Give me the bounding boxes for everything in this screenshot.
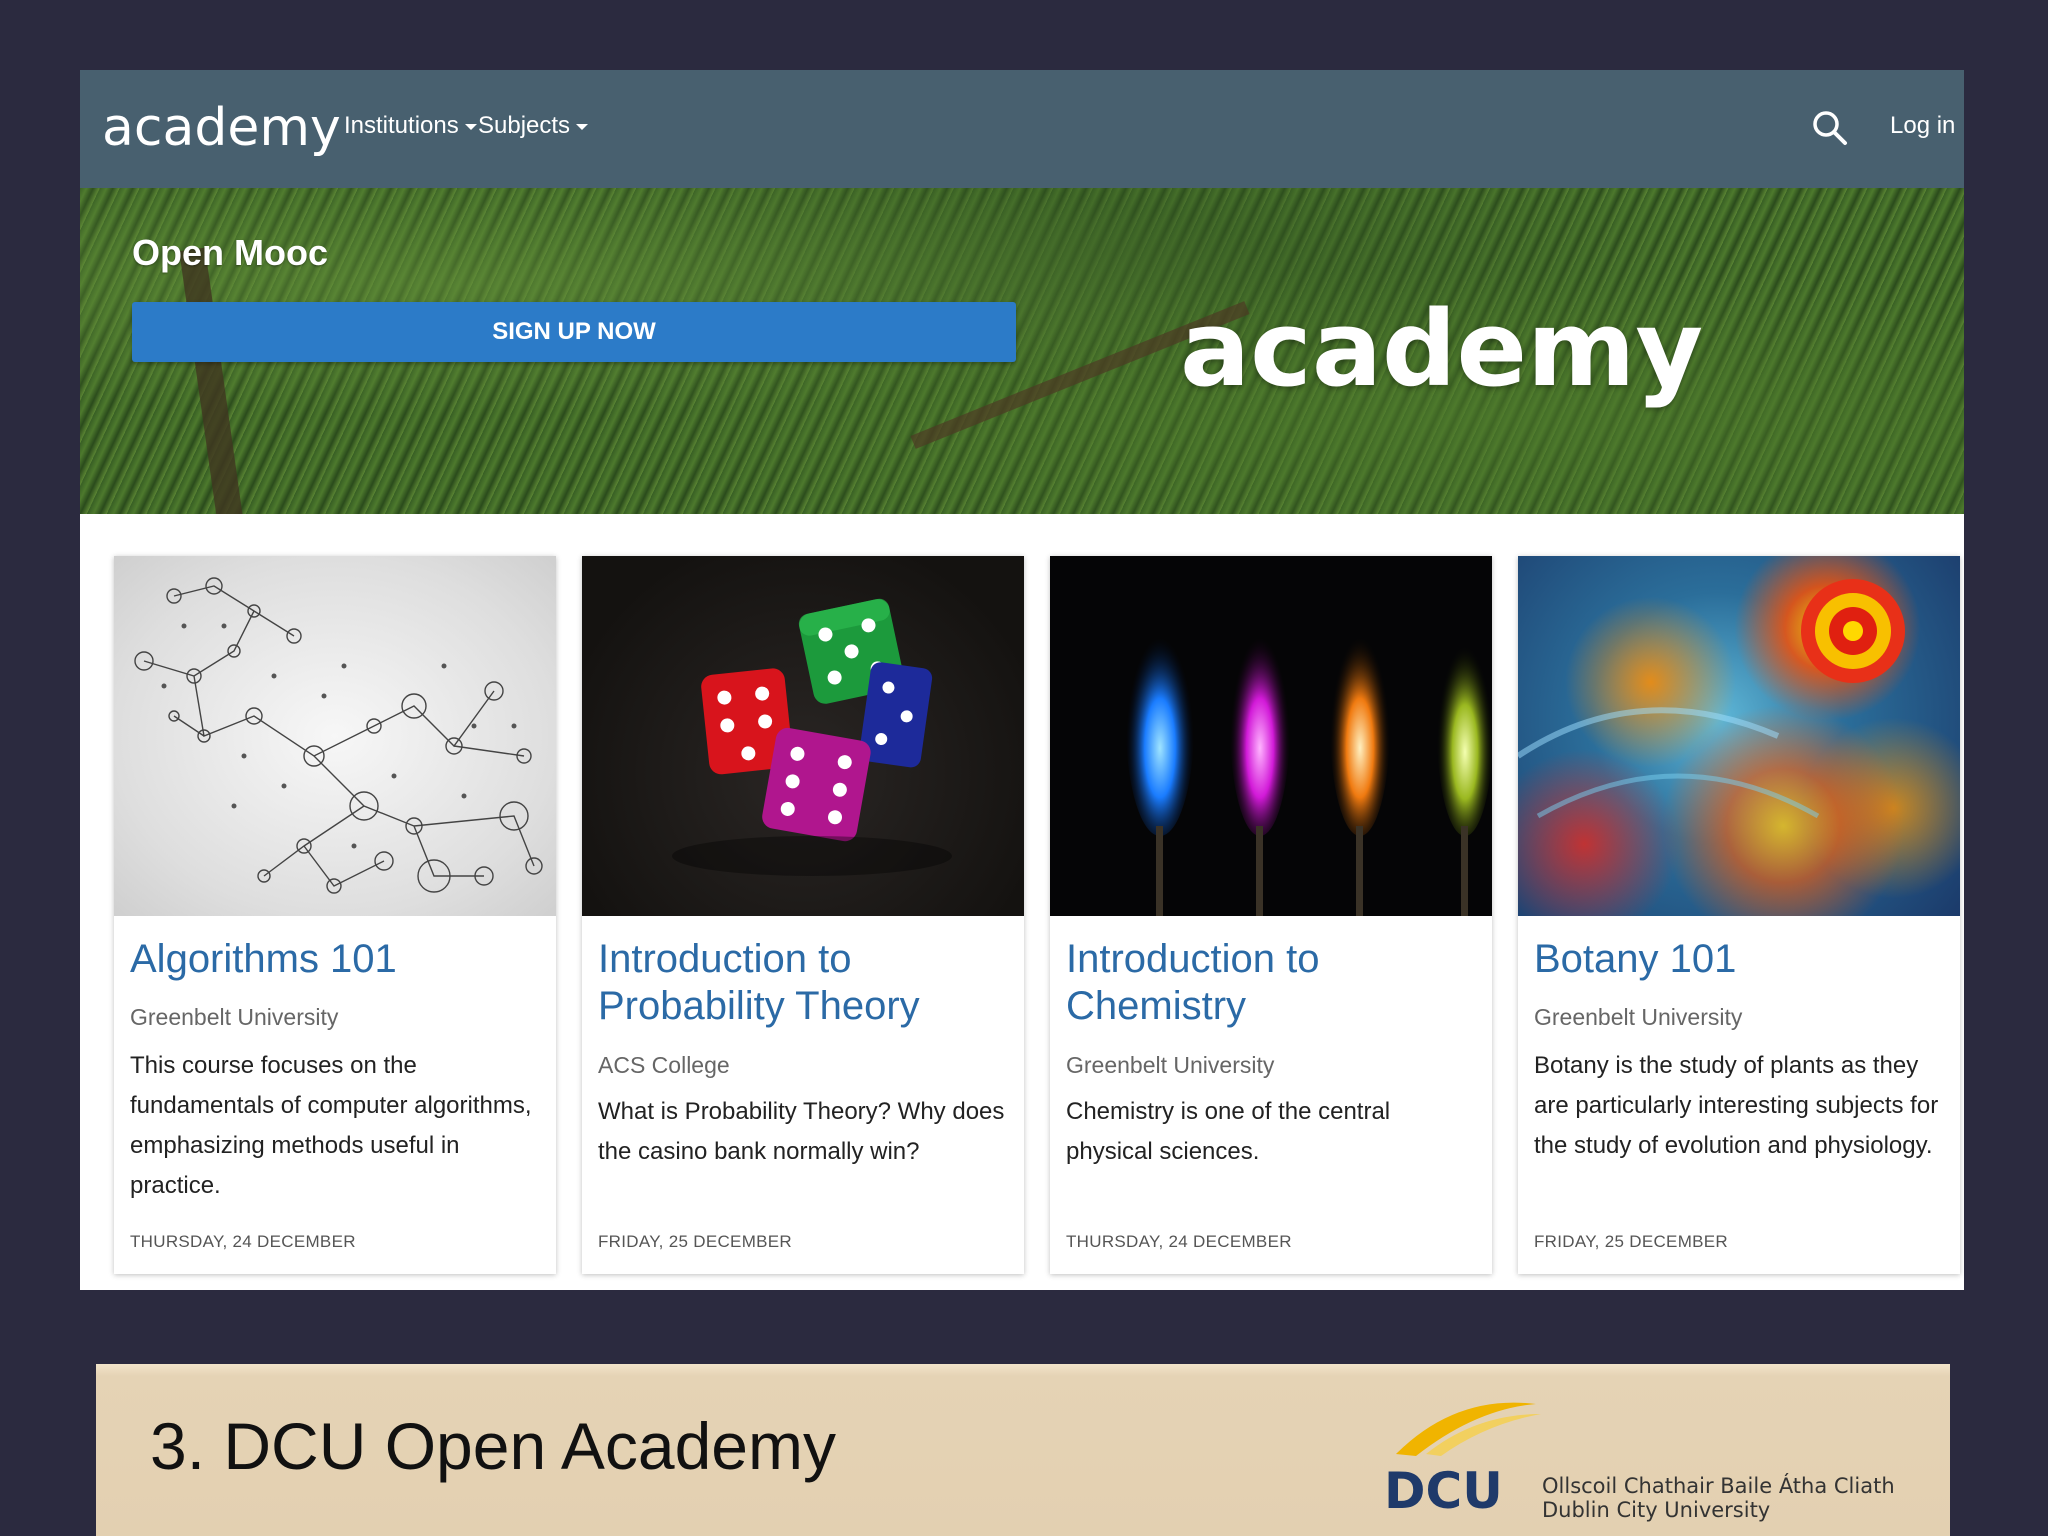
- nav-subjects-label: Subjects: [478, 112, 571, 139]
- nav-institutions-dropdown[interactable]: Institutions: [344, 112, 477, 140]
- card-institution: Greenbelt University: [130, 1004, 339, 1030]
- nav-subjects-dropdown[interactable]: Subjects: [478, 112, 589, 140]
- slide-title: 3. DCU Open Academy: [150, 1409, 836, 1483]
- card-title[interactable]: Introduction to Chemistry: [1066, 936, 1476, 1030]
- colored-flames-illustration: [1126, 616, 1492, 916]
- caret-down-icon: [464, 124, 477, 130]
- login-link[interactable]: Log in: [1890, 112, 1955, 140]
- hero-logo-text: academy: [1180, 288, 1704, 410]
- card-title[interactable]: Botany 101: [1534, 936, 1944, 983]
- hero-banner: Open Mooc SIGN UP NOW academy: [80, 188, 1964, 514]
- card-title[interactable]: Algorithms 101: [130, 936, 540, 983]
- course-card-probability[interactable]: Introduction to Probability Theory ACS C…: [582, 556, 1024, 1274]
- brand-logo[interactable]: academy: [102, 98, 341, 158]
- card-date: THURSDAY, 24 DECEMBER: [130, 1232, 356, 1251]
- dcu-swoosh-icon: [1396, 1402, 1541, 1456]
- slide-footer-bar: 3. DCU Open Academy DCU Ollscoil Chathai…: [96, 1364, 1950, 1536]
- card-image-flowers: [1518, 556, 1960, 916]
- network-graph-illustration: [134, 577, 543, 894]
- card-date: THURSDAY, 24 DECEMBER: [1066, 1232, 1292, 1251]
- card-institution: Greenbelt University: [1534, 1004, 1743, 1030]
- card-description: Botany is the study of plants as they ar…: [1534, 1052, 1939, 1159]
- course-cards: Algorithms 101 Greenbelt University This…: [114, 556, 1964, 1276]
- nav-institutions-label: Institutions: [344, 112, 459, 139]
- browser-screen: academy Institutions Subjects Log in Ope…: [80, 70, 1964, 1290]
- dcu-logo: DCU Ollscoil Chathair Baile Átha Cliath …: [1376, 1384, 1916, 1524]
- navbar: academy Institutions Subjects Log in: [80, 70, 1964, 188]
- card-image-network: [114, 556, 556, 916]
- course-card-algorithms[interactable]: Algorithms 101 Greenbelt University This…: [114, 556, 556, 1274]
- dcu-logo-text: DCU: [1384, 1462, 1503, 1520]
- course-card-botany[interactable]: Botany 101 Greenbelt University Botany i…: [1518, 556, 1960, 1274]
- card-description: Chemistry is one of the central physical…: [1066, 1098, 1391, 1165]
- card-description: What is Probability Theory? Why does the…: [598, 1098, 1005, 1165]
- dice-illustration: [672, 598, 952, 876]
- hero-title: Open Mooc: [132, 232, 328, 273]
- card-title[interactable]: Introduction to Probability Theory: [598, 936, 1008, 1030]
- dcu-subtitle-english: Dublin City University: [1542, 1498, 1771, 1522]
- card-date: FRIDAY, 25 DECEMBER: [598, 1232, 793, 1251]
- card-image-flames: [1050, 556, 1492, 916]
- card-image-dice: [582, 556, 1024, 916]
- card-institution: ACS College: [598, 1052, 730, 1078]
- dcu-subtitle-irish: Ollscoil Chathair Baile Átha Cliath: [1542, 1474, 1895, 1498]
- card-date: FRIDAY, 25 DECEMBER: [1534, 1232, 1729, 1251]
- flower-illustration: [1518, 579, 1905, 819]
- course-card-chemistry[interactable]: Introduction to Chemistry Greenbelt Univ…: [1050, 556, 1492, 1274]
- caret-down-icon: [576, 124, 589, 130]
- card-institution: Greenbelt University: [1066, 1052, 1275, 1078]
- signup-button[interactable]: SIGN UP NOW: [132, 302, 1016, 362]
- search-icon[interactable]: [1810, 108, 1850, 148]
- card-description: This course focuses on the fundamentals …: [130, 1052, 532, 1199]
